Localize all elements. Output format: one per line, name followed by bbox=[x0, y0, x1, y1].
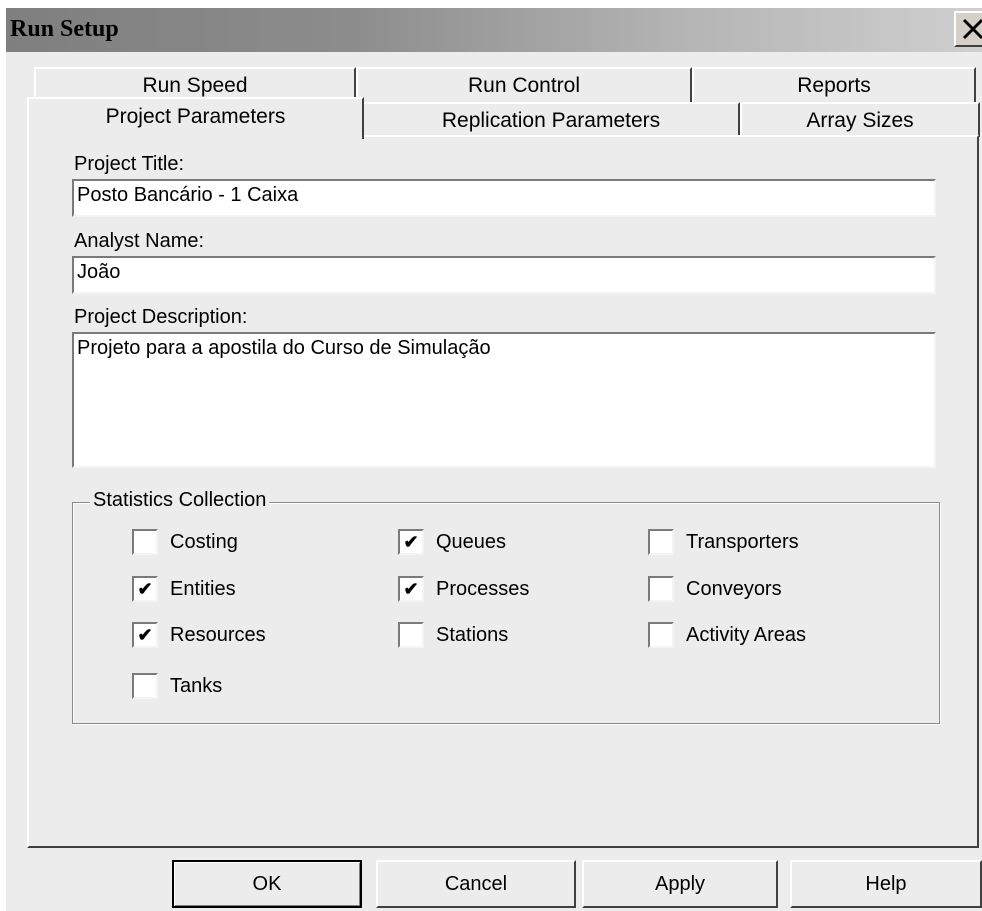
project-title-label: Project Title: bbox=[74, 153, 185, 175]
checkbox-box[interactable] bbox=[132, 529, 158, 555]
tab-array-sizes[interactable]: Array Sizes bbox=[740, 102, 980, 137]
project-title-input[interactable]: Posto Bancário - 1 Caixa bbox=[72, 179, 936, 217]
project-description-label: Project Description: bbox=[74, 306, 248, 328]
checkbox-box[interactable] bbox=[398, 622, 424, 648]
tab-label: Project Parameters bbox=[105, 105, 286, 128]
cancel-button[interactable]: Cancel bbox=[376, 860, 576, 908]
tab-label: Run Speed bbox=[142, 74, 248, 97]
checkbox-box[interactable] bbox=[648, 529, 674, 555]
checkbox-stations[interactable]: Stations bbox=[398, 622, 508, 648]
checkbox-label: Queues bbox=[436, 530, 507, 553]
checkbox-box[interactable]: ✔ bbox=[132, 576, 158, 602]
run-setup-dialog: Run Setup Run Speed Run Control Reports … bbox=[6, 8, 982, 911]
checkmark-icon: ✔ bbox=[137, 625, 153, 645]
statistics-collection-legend: Statistics Collection bbox=[90, 489, 270, 512]
checkbox-costing[interactable]: Costing bbox=[132, 529, 238, 555]
tab-label: Run Control bbox=[467, 74, 581, 97]
checkbox-transporters[interactable]: Transporters bbox=[648, 529, 799, 555]
checkmark-icon: ✔ bbox=[137, 579, 153, 599]
checkbox-label: Costing bbox=[170, 530, 238, 553]
tab-label: Array Sizes bbox=[806, 108, 914, 132]
checkbox-label: Activity Areas bbox=[686, 623, 807, 646]
checkbox-queues[interactable]: ✔ Queues bbox=[398, 529, 506, 555]
tab-replication-parameters[interactable]: Replication Parameters bbox=[362, 102, 740, 137]
title-bar[interactable]: Run Setup bbox=[6, 8, 982, 52]
close-button[interactable] bbox=[954, 11, 982, 47]
checkbox-resources[interactable]: ✔ Resources bbox=[132, 622, 266, 648]
help-button[interactable]: Help bbox=[790, 860, 982, 908]
checkbox-box[interactable]: ✔ bbox=[132, 622, 158, 648]
checkmark-icon: ✔ bbox=[403, 532, 419, 552]
tab-project-parameters[interactable]: Project Parameters bbox=[27, 97, 364, 139]
checkbox-activity-areas[interactable]: Activity Areas bbox=[648, 622, 806, 648]
project-description-textarea[interactable]: Projeto para a apostila do Curso de Simu… bbox=[72, 332, 936, 468]
checkbox-label: Transporters bbox=[686, 530, 799, 553]
checkbox-box[interactable]: ✔ bbox=[398, 529, 424, 555]
apply-button[interactable]: Apply bbox=[582, 860, 778, 908]
tab-run-control[interactable]: Run Control bbox=[356, 67, 692, 103]
checkbox-box[interactable] bbox=[132, 673, 158, 699]
dialog-title: Run Setup bbox=[10, 16, 119, 42]
analyst-name-label: Analyst Name: bbox=[74, 230, 205, 252]
close-icon bbox=[962, 18, 982, 40]
checkbox-box[interactable]: ✔ bbox=[398, 576, 424, 602]
checkbox-entities[interactable]: ✔ Entities bbox=[132, 576, 236, 602]
tab-label: Reports bbox=[797, 74, 871, 97]
checkbox-label: Resources bbox=[170, 623, 266, 646]
checkbox-label: Tanks bbox=[170, 674, 223, 697]
tab-label: Replication Parameters bbox=[441, 108, 661, 132]
checkmark-icon: ✔ bbox=[403, 579, 419, 599]
checkbox-label: Stations bbox=[436, 623, 509, 646]
ok-button[interactable]: OK bbox=[172, 860, 362, 908]
checkbox-label: Processes bbox=[436, 577, 530, 600]
checkbox-conveyors[interactable]: Conveyors bbox=[648, 576, 782, 602]
checkbox-processes[interactable]: ✔ Processes bbox=[398, 576, 529, 602]
checkbox-box[interactable] bbox=[648, 622, 674, 648]
checkbox-label: Conveyors bbox=[686, 577, 782, 600]
tab-reports[interactable]: Reports bbox=[692, 67, 976, 103]
analyst-name-input[interactable]: João bbox=[72, 256, 936, 294]
checkbox-tanks[interactable]: Tanks bbox=[132, 673, 222, 699]
checkbox-box[interactable] bbox=[648, 576, 674, 602]
checkbox-label: Entities bbox=[170, 577, 236, 600]
